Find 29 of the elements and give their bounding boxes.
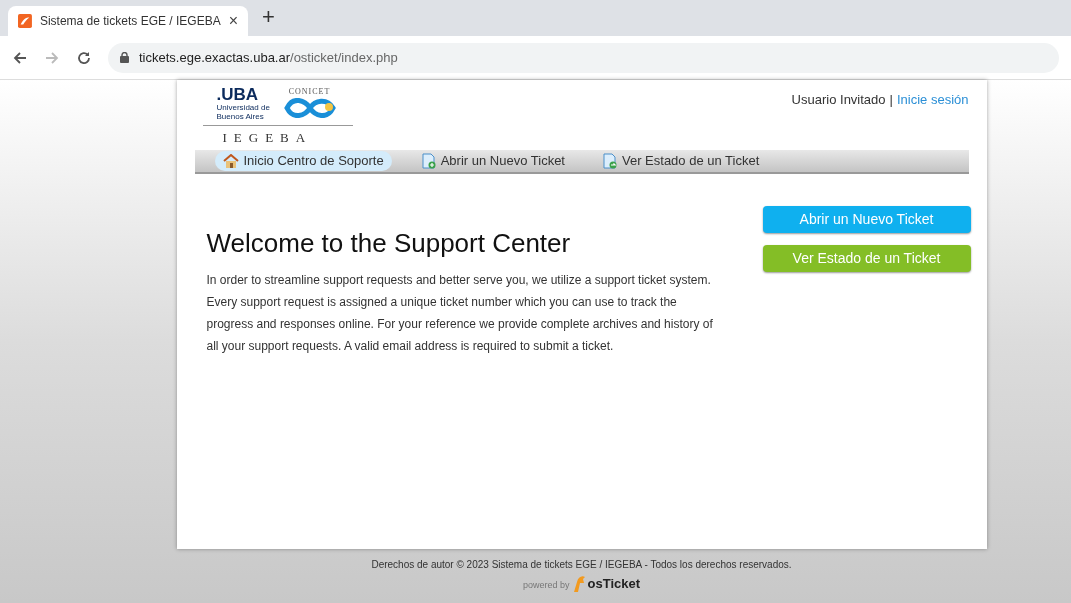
guest-user-label: Usuario Invitado	[791, 91, 886, 109]
document-plus-icon	[421, 152, 436, 169]
osticket-logo-text: osTicket	[587, 576, 640, 592]
conicet-logo-text: CONICET	[288, 86, 331, 98]
institute-logo-text: IEGEBA	[221, 129, 314, 147]
url-text: tickets.ege.exactas.uba.ar/osticket/index.php	[139, 48, 398, 67]
powered-by-text: powered by	[522, 578, 570, 592]
login-link[interactable]: Inicie sesión	[896, 90, 969, 148]
uba-logo-text: .UBA	[216, 86, 260, 103]
welcome-paragraph: In order to streamline support requests and better serve you, we utilize a support ticket system. Every support request is assigned a unique ticket number which you can use to track the progress and responses online. For your reference we provide complete archives and history of all your support requests. A valid email address is required to submit a ticket.	[206, 271, 714, 355]
back-icon[interactable]	[12, 49, 28, 66]
browser-tab[interactable]: Sistema de tickets EGE / IEGEBA ×	[8, 6, 248, 36]
tab-title: Sistema de tickets EGE / IEGEBA	[39, 13, 221, 30]
document-arrow-icon	[603, 152, 617, 169]
nav-tab[interactable]: Abrir un Nuevo Ticket	[413, 150, 573, 171]
reload-icon[interactable]	[76, 49, 92, 66]
lock-icon	[120, 52, 129, 63]
tab-favicon-icon	[18, 13, 32, 29]
new-tab-button[interactable]: +	[262, 0, 275, 33]
uba-subtitle: Universidad de Buenos Aires	[216, 103, 271, 121]
welcome-heading: Welcome to the Support Center	[206, 226, 572, 260]
close-icon[interactable]: ×	[228, 9, 238, 33]
nav-tab[interactable]: Ver Estado de un Ticket	[595, 150, 768, 171]
nav-tab[interactable]: Inicio Centro de Soporte	[214, 150, 392, 171]
copyright-text: Derechos de autor © 2023 Sistema de tickets EGE / IEGEBA - Todos los derechos reservados.	[371, 558, 792, 572]
house-icon	[222, 153, 239, 168]
separator-text: |	[889, 91, 893, 109]
address-bar[interactable]: tickets.ege.exactas.uba.ar/osticket/index.php	[108, 42, 1059, 73]
infinity-logo-icon	[282, 98, 337, 118]
